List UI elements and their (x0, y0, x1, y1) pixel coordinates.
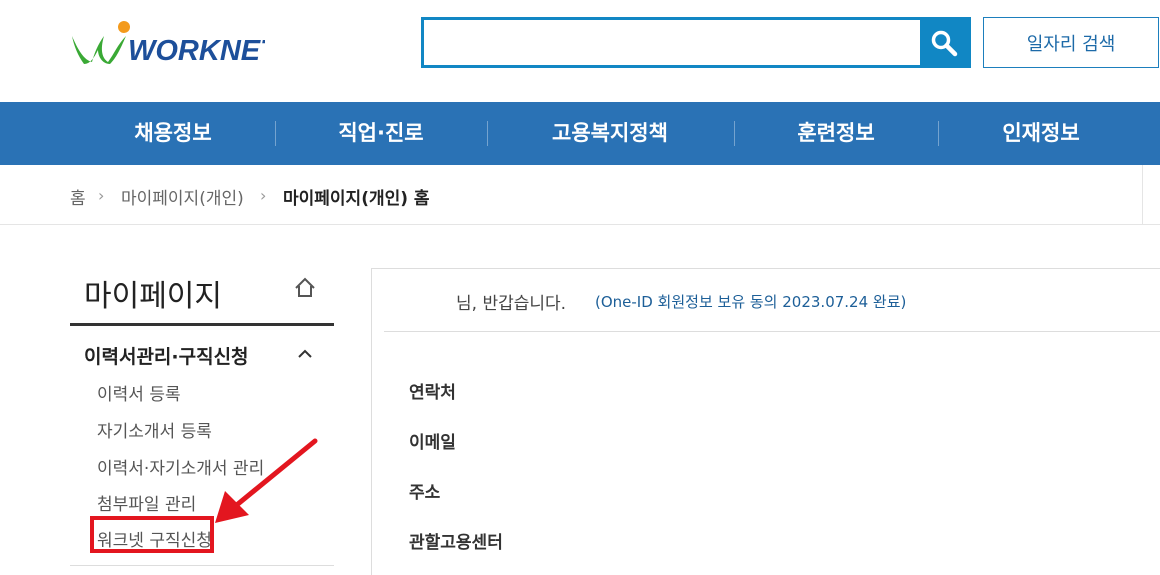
highlight-box (90, 516, 214, 553)
sidebar-title-rule (70, 323, 334, 326)
home-icon[interactable] (293, 276, 317, 300)
nav-item-welfare-policy[interactable]: 고용복지정책 (520, 102, 700, 165)
sidebar-group-resume[interactable]: 이력서관리·구직신청 (84, 342, 249, 369)
field-label-email: 이메일 (409, 433, 456, 453)
nav-item-career[interactable]: 직업·진로 (306, 102, 456, 165)
nav-divider (938, 121, 939, 146)
sidebar-item-attachments[interactable]: 첨부파일 관리 (97, 490, 196, 515)
breadcrumb: 홈 › 마이페이지(개인) › 마이페이지(개인) 홈 (0, 165, 1160, 225)
sidebar-item-resume-register[interactable]: 이력서 등록 (97, 380, 181, 405)
nav-item-recruitment[interactable]: 채용정보 (98, 102, 248, 165)
breadcrumb-home[interactable]: 홈 (70, 184, 86, 209)
field-label-address: 주소 (409, 483, 441, 503)
search-bar (421, 17, 971, 68)
nav-divider (734, 121, 735, 146)
nav-divider (275, 121, 276, 146)
chevron-up-icon[interactable] (296, 345, 314, 363)
welcome-text: 님, 반갑습니다. (456, 294, 567, 314)
breadcrumb-current: 마이페이지(개인) 홈 (283, 189, 430, 209)
search-button[interactable] (920, 20, 968, 65)
job-search-button[interactable]: 일자리 검색 (983, 17, 1159, 68)
nav-item-talent[interactable]: 인재정보 (966, 102, 1116, 165)
nav-divider (487, 121, 488, 146)
sidebar-title: 마이페이지 (84, 279, 222, 314)
chevron-right-icon: › (260, 186, 267, 205)
main-nav: 채용정보 직업·진로 고용복지정책 훈련정보 인재정보 (0, 102, 1160, 165)
field-label-phone: 연락처 (409, 383, 456, 403)
search-input[interactable] (424, 20, 920, 65)
breadcrumb-divider (1142, 165, 1143, 225)
panel-divider (384, 331, 1160, 332)
chevron-right-icon: › (98, 186, 105, 205)
welcome-note: (One-ID 회원정보 보유 동의 2023.07.24 완료) (595, 293, 907, 311)
sidebar-bottom-rule (70, 565, 334, 566)
breadcrumb-mypage[interactable]: 마이페이지(개인) (121, 184, 244, 209)
worknet-logo[interactable]: WORKNET (70, 20, 265, 66)
nav-item-training[interactable]: 훈련정보 (761, 102, 911, 165)
field-label-employment-center: 관할고용센터 (409, 533, 503, 553)
svg-text:WORKNET: WORKNET (128, 35, 265, 66)
search-icon (931, 30, 958, 56)
red-arrow-icon (215, 438, 318, 523)
sidebar-item-cover-letter-register[interactable]: 자기소개서 등록 (97, 417, 212, 442)
